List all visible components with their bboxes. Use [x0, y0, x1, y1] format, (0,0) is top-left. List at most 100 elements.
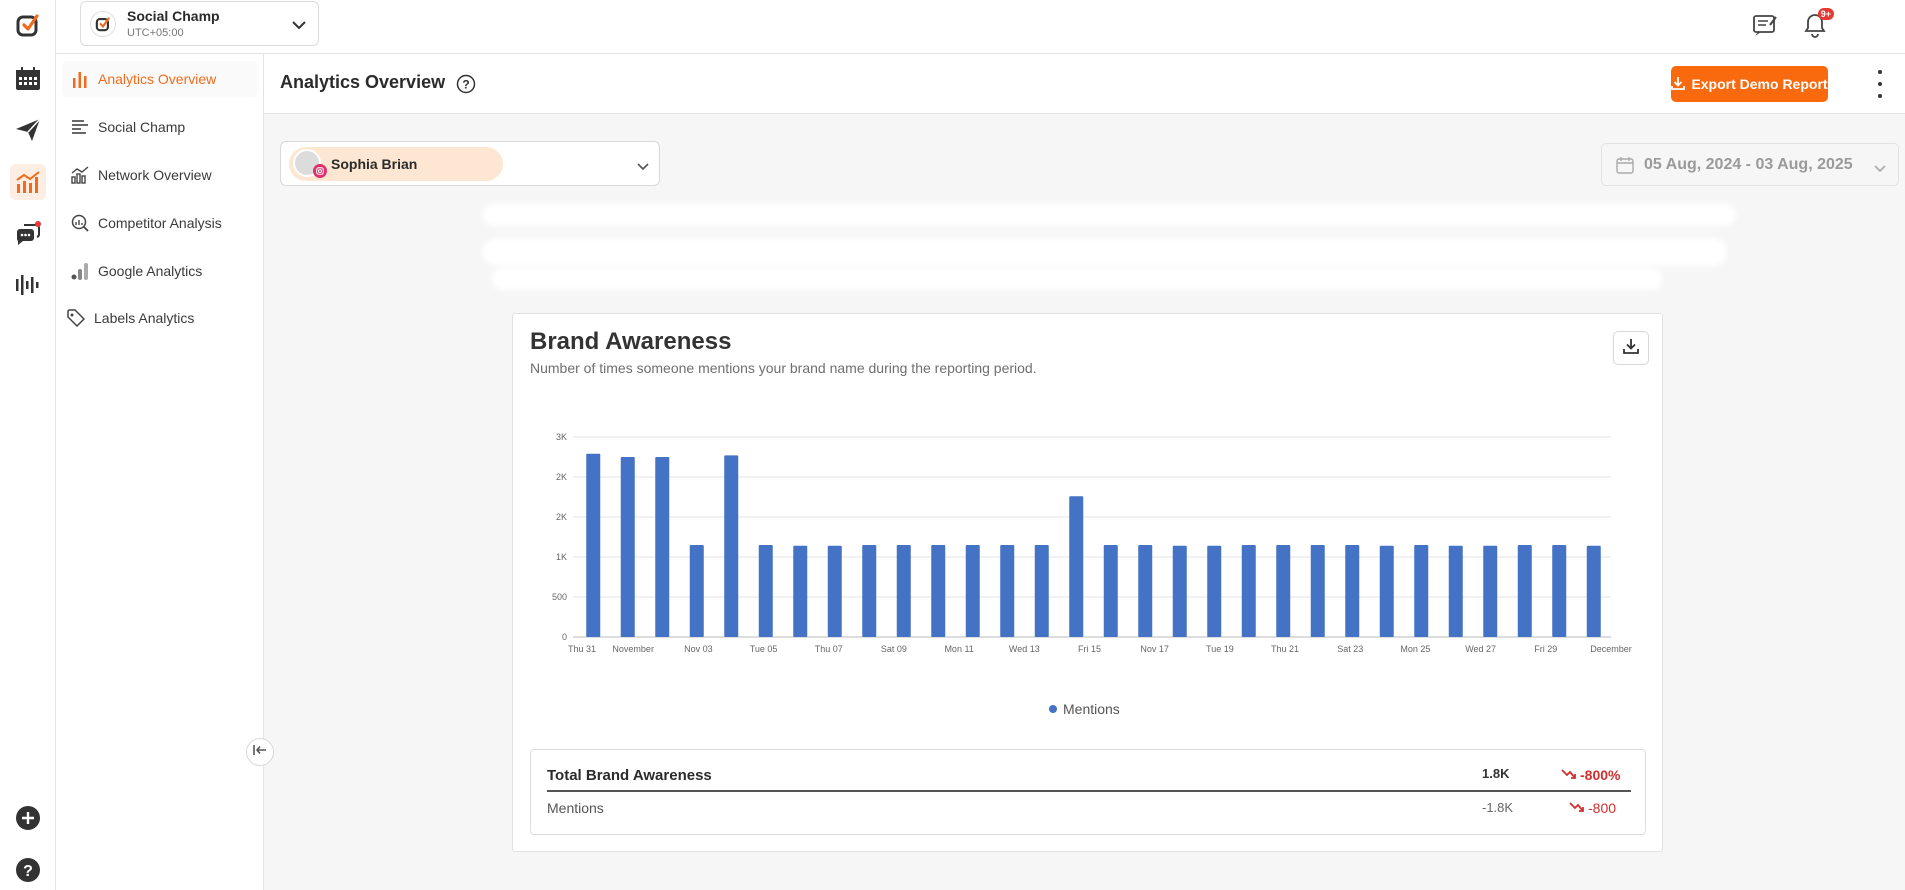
sidebar-item-label: Network Overview: [98, 167, 212, 183]
summary-row-delta-value: -800: [1588, 800, 1617, 816]
chart-legend[interactable]: Mentions: [1049, 701, 1120, 717]
y-tick-label: 1K: [556, 552, 567, 562]
sidebar-item-analytics-overview[interactable]: Analytics Overview: [62, 61, 258, 97]
chart-bar: [1172, 545, 1187, 637]
sidebar-item-social-champ[interactable]: Social Champ: [62, 109, 258, 145]
export-report-button[interactable]: Export Demo Report: [1671, 66, 1828, 102]
x-tick-label: Sat 23: [1337, 644, 1363, 654]
analytics-sidebar: Analytics Overview Social Champ Network …: [56, 54, 264, 890]
more-options-icon[interactable]: [1874, 70, 1886, 98]
social-champ-logo-icon[interactable]: [10, 7, 46, 43]
profile-selector[interactable]: Sophia Brian: [280, 141, 660, 186]
analytics-icon[interactable]: [10, 164, 46, 200]
x-tick-label: Wed 27: [1465, 644, 1496, 654]
x-tick-label: Nov 03: [684, 644, 713, 654]
x-tick-label: Thu 31: [568, 644, 596, 654]
y-tick-label: 3K: [556, 432, 567, 442]
workspace-logo-icon: [90, 11, 116, 37]
chart-bar: [1276, 545, 1291, 637]
x-tick-label: Tue 05: [750, 644, 778, 654]
x-tick-label: Thu 07: [815, 644, 843, 654]
chart-bar: [1483, 545, 1498, 637]
google-analytics-icon: [70, 261, 90, 281]
calendar-icon[interactable]: [10, 61, 46, 97]
summary-row-label: Mentions: [547, 800, 604, 816]
help-icon[interactable]: ?: [10, 852, 46, 888]
add-icon[interactable]: [10, 800, 46, 836]
workspace-selector[interactable]: Social Champ UTC+05:00: [80, 1, 319, 46]
chart-bar: [793, 545, 808, 637]
x-tick-label: Thu 21: [1271, 644, 1299, 654]
collapse-sidebar-button[interactable]: [246, 738, 274, 766]
chart-bar: [1138, 545, 1153, 637]
feedback-icon[interactable]: [1750, 10, 1780, 40]
summary-table: Total Brand Awareness 1.8K -800% Mention…: [530, 749, 1646, 835]
chart-bar: [1414, 545, 1429, 637]
chart-bar: [827, 545, 842, 637]
chart-bar: [758, 545, 773, 637]
chart-bar: [1069, 496, 1084, 637]
chart-bar: [1241, 545, 1256, 637]
bar-chart-icon: [70, 69, 90, 89]
date-range-value: 05 Aug, 2024 - 03 Aug, 2025: [1644, 156, 1853, 173]
x-tick-label: Sat 09: [881, 644, 907, 654]
svg-text:?: ?: [462, 78, 469, 92]
page-title: Analytics Overview: [280, 72, 446, 92]
date-range-picker[interactable]: 05 Aug, 2024 - 03 Aug, 2025: [1601, 143, 1899, 186]
legend-label: Mentions: [1063, 701, 1120, 717]
sidebar-item-label: Google Analytics: [98, 263, 203, 279]
chart-bar: [1586, 545, 1601, 637]
instagram-icon: [313, 164, 327, 178]
download-icon: [1671, 76, 1686, 93]
summary-total-delta: -800%: [1561, 767, 1620, 783]
sidebar-item-network-overview[interactable]: Network Overview: [62, 157, 258, 193]
x-tick-label: Fri 29: [1534, 644, 1557, 654]
card-subtitle: Number of times someone mentions your br…: [530, 360, 1037, 376]
sidebar-item-label: Labels Analytics: [94, 310, 195, 326]
chart-bar: [1517, 545, 1532, 637]
help-circle-icon[interactable]: ?: [456, 74, 476, 99]
chart-bar: [689, 545, 704, 637]
sidebar-item-label: Analytics Overview: [98, 71, 217, 87]
legend-swatch: [1049, 705, 1057, 713]
chart-bar: [655, 457, 670, 637]
summary-total-delta-value: -800%: [1580, 767, 1621, 783]
collapse-left-icon: [253, 743, 267, 761]
chevron-down-icon: [637, 158, 649, 176]
x-tick-label: November: [612, 644, 654, 654]
x-tick-label: Nov 17: [1140, 644, 1169, 654]
x-tick-label: December: [1590, 644, 1632, 654]
sidebar-item-google-analytics[interactable]: Google Analytics: [62, 253, 258, 289]
network-chart-icon: [70, 165, 90, 185]
summary-total-row: Total Brand Awareness 1.8K -800%: [547, 750, 1631, 792]
profile-name: Sophia Brian: [331, 156, 418, 172]
chevron-down-icon: [292, 17, 306, 35]
chart-bar: [1000, 545, 1015, 637]
send-icon[interactable]: [10, 112, 46, 148]
x-tick-label: Mon 11: [944, 644, 973, 654]
y-tick-label: 2K: [556, 472, 567, 482]
chevron-down-icon: [1874, 160, 1886, 178]
listening-waveform-icon[interactable]: [10, 267, 46, 303]
chart-bar: [862, 545, 877, 637]
chart-bar: [1103, 545, 1118, 637]
chart-bar: [1345, 545, 1360, 637]
download-chart-button[interactable]: [1613, 331, 1649, 365]
chart-bar: [931, 545, 946, 637]
x-tick-label: Tue 19: [1206, 644, 1234, 654]
sidebar-item-label: Competitor Analysis: [98, 215, 222, 231]
app-rail: ?: [0, 0, 56, 890]
sidebar-item-labels-analytics[interactable]: Labels Analytics: [58, 300, 254, 336]
summary-row-value: -1.8K: [1482, 800, 1514, 815]
chart-bar: [586, 453, 601, 637]
align-left-icon: [70, 117, 90, 137]
chart-bar: [1207, 545, 1222, 637]
download-icon: [1623, 338, 1639, 359]
inbox-chat-icon[interactable]: [10, 216, 46, 252]
x-tick-label: Mon 25: [1400, 644, 1430, 654]
sidebar-item-competitor-analysis[interactable]: Competitor Analysis: [62, 205, 258, 241]
sidebar-item-label: Social Champ: [98, 119, 186, 135]
chart-bar: [1310, 545, 1325, 637]
notification-bell-icon[interactable]: 9+: [1800, 8, 1834, 40]
trend-down-icon: [1561, 767, 1577, 783]
